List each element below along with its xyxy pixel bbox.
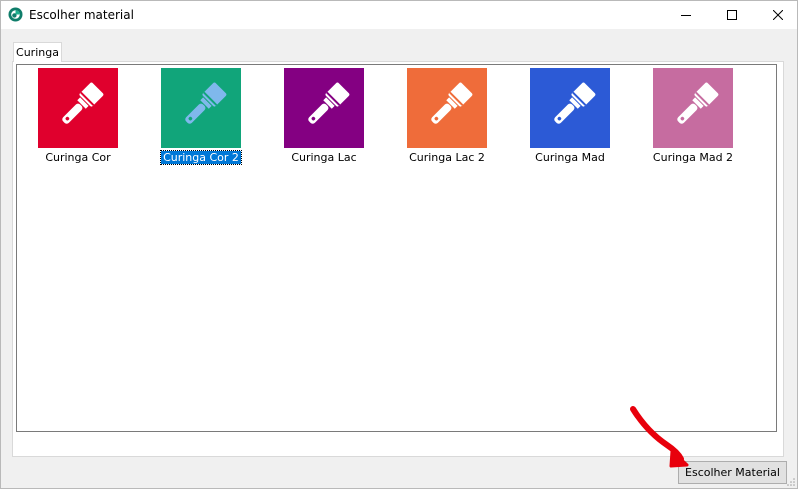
material-label: Curinga Mad 2 [652, 151, 734, 164]
material-label: Curinga Lac 2 [409, 151, 485, 164]
title-bar[interactable]: Escolher material [1, 1, 797, 29]
minimize-button[interactable] [663, 1, 709, 29]
material-item[interactable]: Curinga Cor 2 [146, 68, 256, 168]
material-thumbnail[interactable] [38, 68, 118, 148]
material-thumbnail[interactable] [284, 68, 364, 148]
paintbrush-icon [530, 68, 610, 148]
material-item[interactable]: Curinga Mad 2 [638, 68, 748, 168]
paintbrush-icon [407, 68, 487, 148]
material-item[interactable]: Curinga Cor [23, 68, 133, 168]
close-icon [773, 10, 783, 20]
minimize-icon [681, 15, 691, 16]
material-thumbnail[interactable] [161, 68, 241, 148]
paintbrush-icon [284, 68, 364, 148]
window-title: Escolher material [29, 8, 134, 22]
material-label: Curinga Mad [535, 151, 605, 164]
material-item[interactable]: Curinga Lac 2 [392, 68, 502, 168]
paintbrush-icon [653, 68, 733, 148]
close-button[interactable] [755, 1, 797, 29]
material-label: Curinga Lac [291, 151, 357, 164]
material-label: Curinga Cor 2 [160, 150, 242, 165]
dialog-window: Escolher material Curinga Curinga Cor Cu… [0, 0, 798, 489]
material-thumbnail[interactable] [407, 68, 487, 148]
maximize-button[interactable] [709, 1, 755, 29]
material-label: Curinga Cor [45, 151, 111, 164]
resize-grip-icon[interactable] [786, 477, 796, 487]
material-item[interactable]: Curinga Mad [515, 68, 625, 168]
tab-curinga[interactable]: Curinga [13, 42, 62, 62]
app-logo-icon [8, 7, 23, 22]
paintbrush-icon [38, 68, 118, 148]
material-thumbnail[interactable] [653, 68, 733, 148]
maximize-icon [727, 10, 737, 20]
material-list[interactable]: Curinga Cor Curinga Cor 2 Curinga Lac Cu… [16, 64, 777, 432]
material-item[interactable]: Curinga Lac [269, 68, 379, 168]
choose-material-button[interactable]: Escolher Material [678, 461, 787, 484]
material-thumbnail[interactable] [530, 68, 610, 148]
paintbrush-icon [161, 68, 241, 148]
